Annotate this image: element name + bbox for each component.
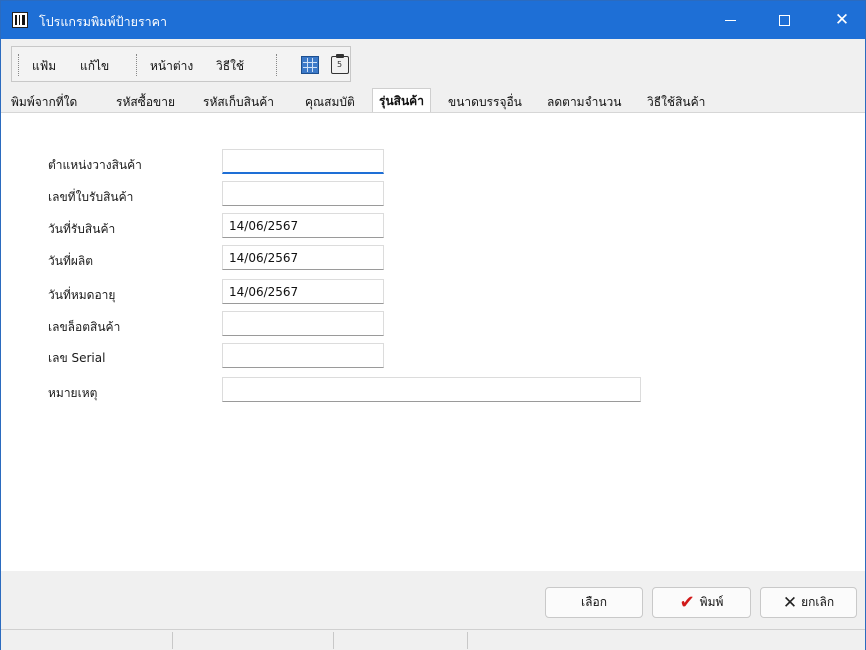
serial-number-input[interactable] [222,343,384,368]
tab-trade-code[interactable]: รหัสซื้อขาย [116,91,175,112]
receipt-number-label: เลขที่ใบรับสินค้า [48,190,134,204]
manufacture-date-label: วันที่ผลิต [48,254,94,268]
expiry-date-label: วันที่หมดอายุ [48,288,116,302]
tab-properties[interactable]: คุณสมบัติ [305,91,355,112]
received-date-input[interactable] [222,213,384,238]
shelf-location-input[interactable] [222,149,384,174]
expiry-date-input[interactable] [222,279,384,304]
close-icon: ✕ [834,10,850,30]
minimize-button[interactable] [707,1,753,39]
close-button[interactable]: ✕ [819,1,865,39]
print-button-label: พิมพ์ [699,595,724,609]
remarks-input[interactable] [222,377,641,402]
shelf-location-label: ตำแหน่งวางสินค้า [48,158,142,172]
tab-product-model[interactable]: รุ่นสินค้า [372,88,431,113]
receipt-number-input[interactable] [222,181,384,206]
status-divider [172,632,173,649]
menu-window[interactable]: หน้าต่าง [150,57,193,76]
tab-other-packaging[interactable]: ขนาดบรรจุอื่น [448,91,522,112]
manufacture-date-input[interactable] [222,245,384,270]
window-title: โปรแกรมพิมพ์ป้ายราคา [39,14,168,29]
status-divider [333,632,334,649]
clipboard-icon[interactable]: 5 [331,54,349,74]
maximize-icon [778,14,790,26]
maximize-button[interactable] [761,1,807,39]
select-button[interactable]: เลือก [545,587,643,618]
lot-number-input[interactable] [222,311,384,336]
menu-help[interactable]: วิธีใช้ [216,57,244,76]
tab-print-from[interactable]: พิมพ์จากที่ใด [11,91,77,112]
title-bar[interactable]: โปรแกรมพิมพ์ป้ายราคา ✕ [1,1,865,39]
status-bar [1,629,865,650]
remarks-label: หมายเหตุ [48,386,98,400]
lot-number-label: เลขล็อตสินค้า [48,320,121,334]
received-date-label: วันที่รับสินค้า [48,222,116,236]
tab-quantity-discount[interactable]: ลดตามจำนวน [547,91,622,112]
tab-strip: พิมพ์จากที่ใด รหัสซื้อขาย รหัสเก็บสินค้า… [1,88,865,113]
print-button[interactable]: ✔ พิมพ์ [652,587,751,618]
toolbar-grip[interactable] [18,54,21,76]
status-divider [467,632,468,649]
tab-storage-code[interactable]: รหัสเก็บสินค้า [203,91,274,112]
minimize-icon [724,19,736,21]
table-icon[interactable] [301,56,319,74]
tab-panel-product-model: ตำแหน่งวางสินค้า เลขที่ใบรับสินค้า วันที… [1,112,865,571]
toolbar-grip[interactable] [276,54,279,76]
menu-file[interactable]: แฟ้ม [32,57,56,76]
clipboard-glyph: 5 [337,60,343,69]
cancel-x-icon: ✕ [782,592,798,613]
menu-edit[interactable]: แก้ไข [80,57,109,76]
toolbar-grip[interactable] [136,54,139,76]
menu-toolbar: แฟ้ม แก้ไข หน้าต่าง วิธีใช้ 5 [11,46,351,82]
serial-number-label: เลข Serial [48,351,106,365]
cancel-button-label: ยกเลิก [801,595,835,609]
barcode-app-icon [12,12,28,28]
tab-product-usage[interactable]: วิธีใช้สินค้า [647,91,705,112]
cancel-button[interactable]: ✕ ยกเลิก [760,587,857,618]
main-window: โปรแกรมพิมพ์ป้ายราคา ✕ แฟ้ม แก้ไข หน้าต่… [0,0,866,650]
check-icon: ✔ [679,592,695,613]
select-button-label: เลือก [581,595,607,609]
